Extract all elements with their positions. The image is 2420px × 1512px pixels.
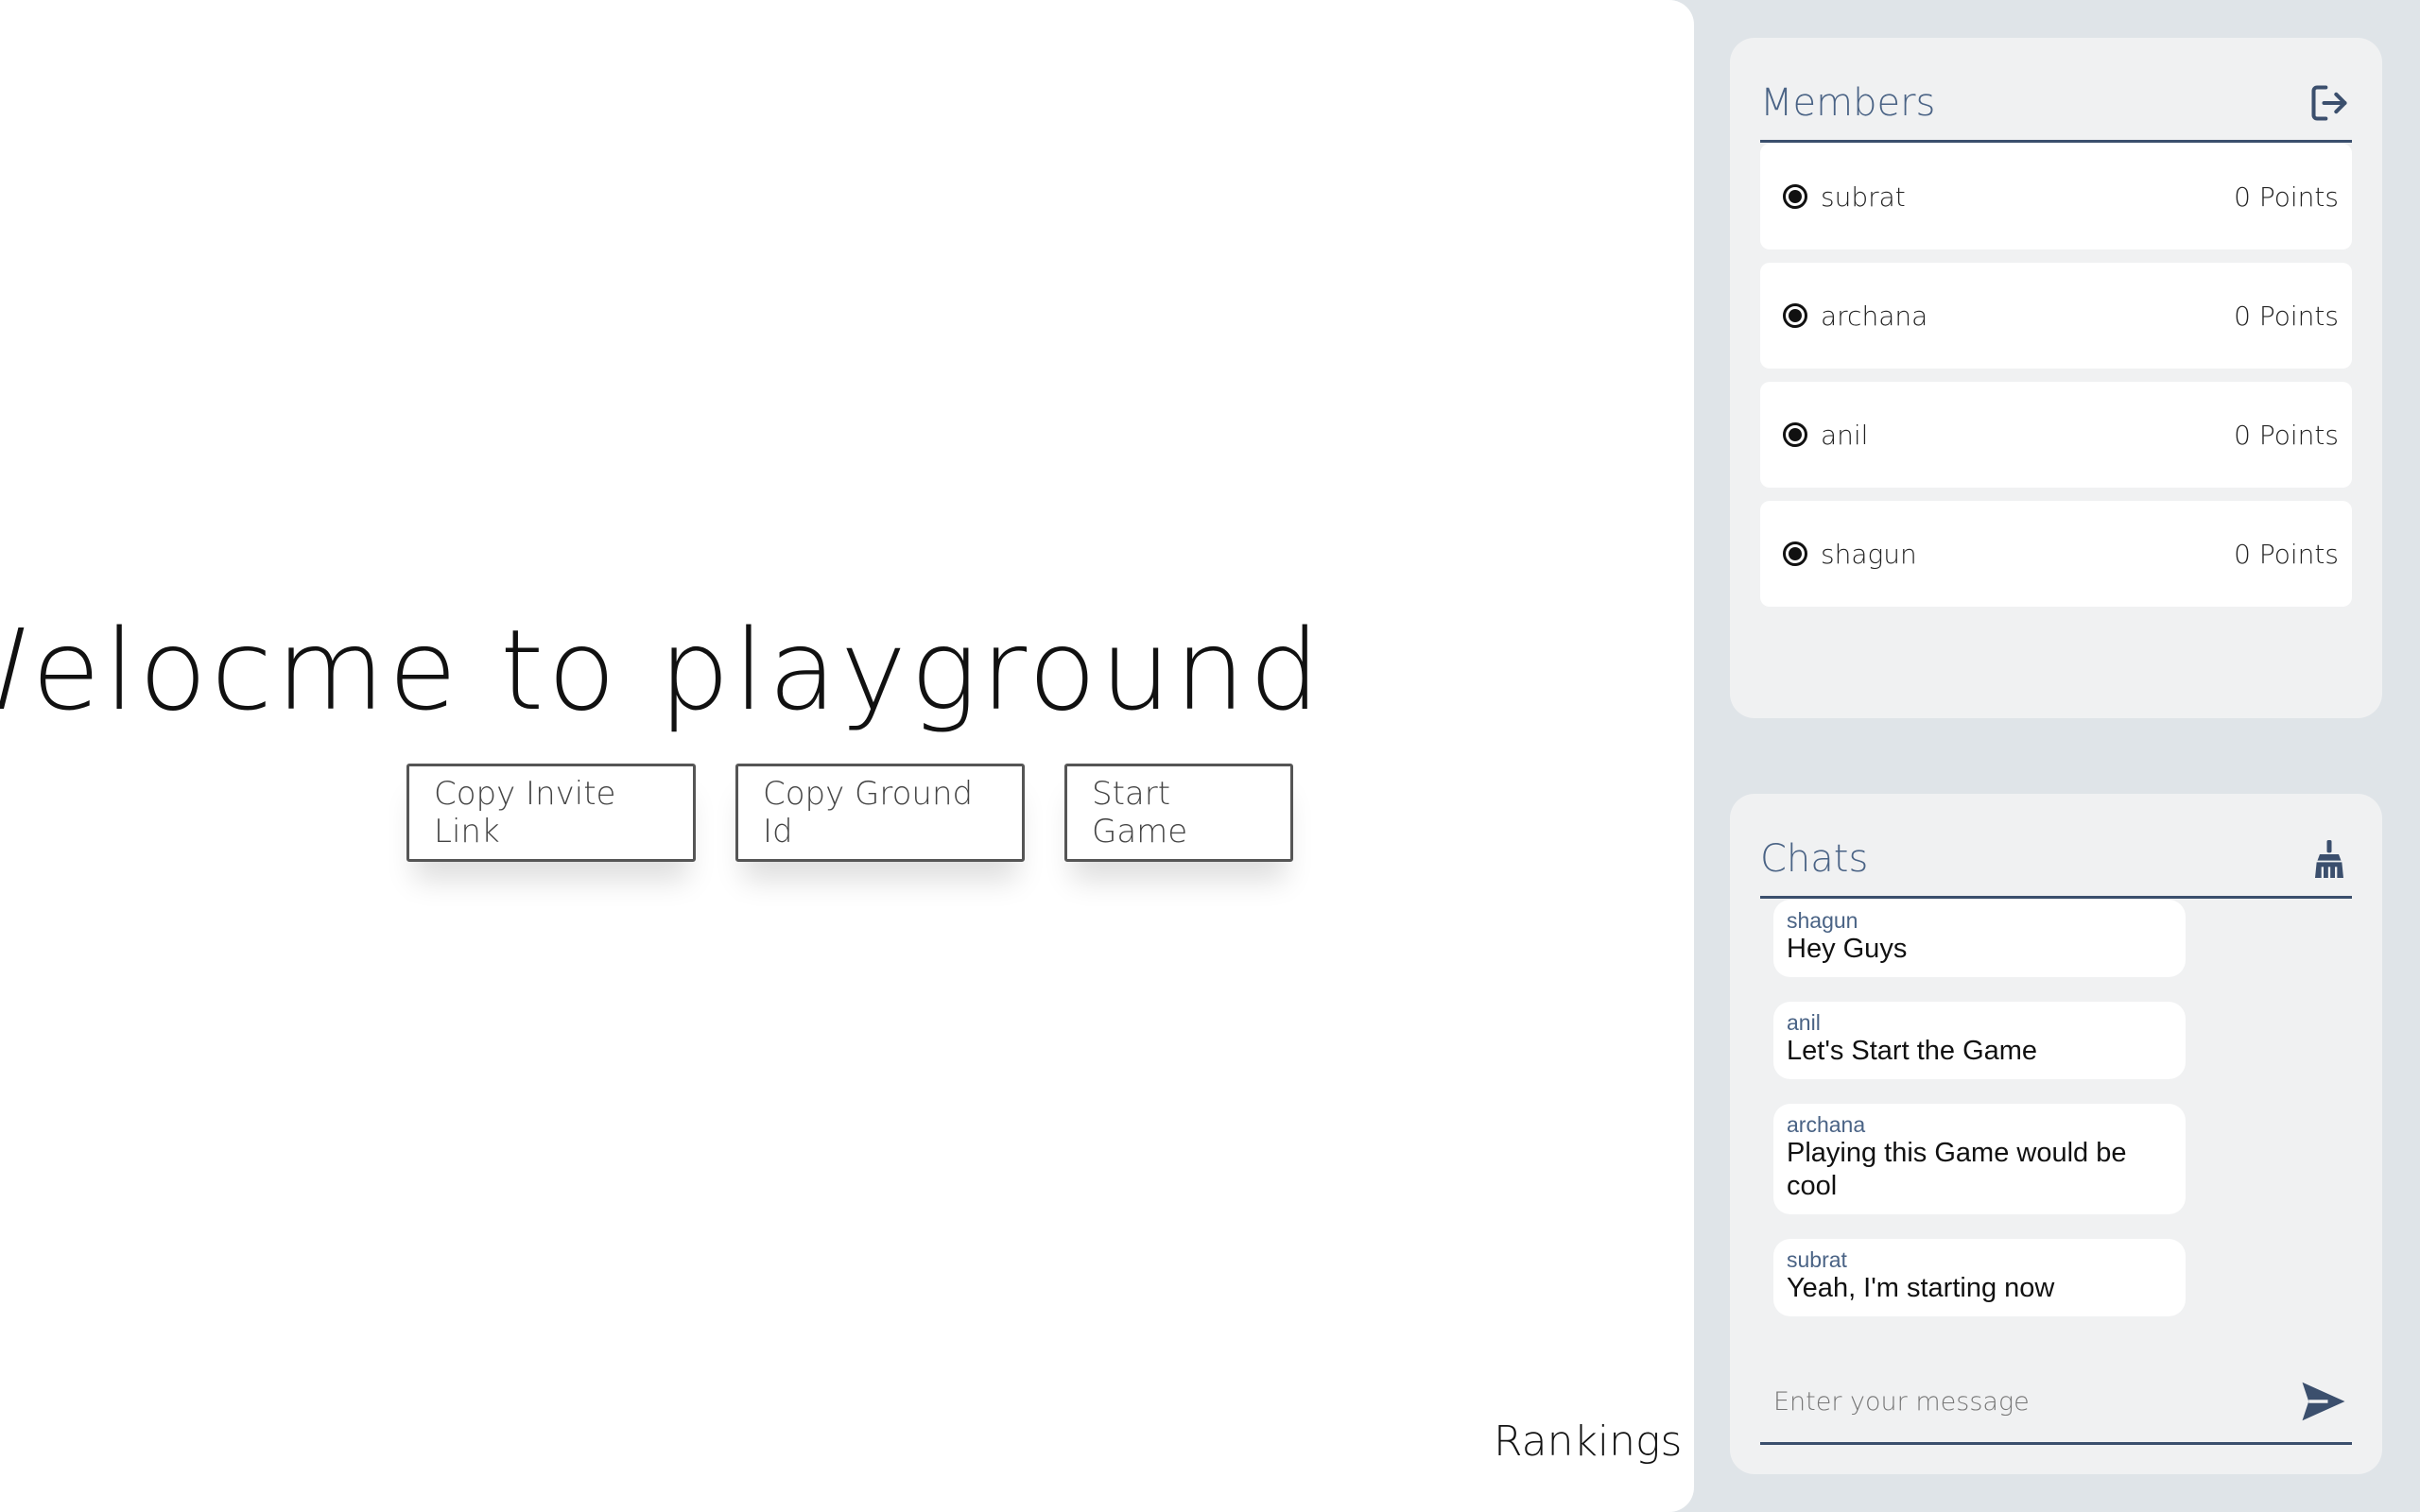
members-header: Members [1760,66,2352,143]
copy-ground-id-button[interactable]: Copy Ground Id [735,764,1025,862]
message-text: Playing this Game would be cool [1787,1138,2127,1202]
chat-message: anil Let's Start the Game [1773,1002,2186,1080]
message-author: subrat [1787,1247,1847,1273]
member-points: 0 Points [2234,300,2339,332]
member-row: archana 0 Points [1760,263,2352,369]
status-indicator [1783,541,1807,566]
chat-message: subrat Yeah, I'm starting now [1773,1239,2186,1317]
member-name: shagun [1821,538,1917,570]
member-name: archana [1821,300,1928,332]
member-row: anil 0 Points [1760,382,2352,488]
chat-message: shagun Hey Guys [1773,900,2186,978]
message-author: archana [1787,1112,1866,1138]
logout-icon[interactable] [2307,80,2352,126]
copy-invite-link-button[interactable]: Copy Invite Link [406,764,696,862]
status-indicator [1783,303,1807,328]
member-points: 0 Points [2234,419,2339,451]
member-name: anil [1821,419,1869,451]
message-input[interactable] [1760,1385,2295,1418]
members-title: Members [1760,81,1936,125]
chat-composer [1760,1361,2352,1445]
members-panel: Members subrat 0 Points archana 0 Points… [1730,38,2382,718]
chats-panel: Chats shagun Hey Guys anil Let's Start t… [1730,794,2382,1474]
member-name: subrat [1821,180,1906,213]
chats-header: Chats [1760,822,2352,899]
rankings-link[interactable]: Rankings [1494,1418,1682,1466]
welcome-heading: Welocme to playground [0,605,1324,735]
message-text: Let's Start the Game [1787,1036,2038,1067]
message-author: shagun [1787,908,1858,933]
member-row: shagun 0 Points [1760,501,2352,607]
message-text: Hey Guys [1787,934,1908,965]
member-points: 0 Points [2234,538,2339,570]
member-list: subrat 0 Points archana 0 Points anil 0 … [1760,144,2352,620]
member-points: 0 Points [2234,180,2339,213]
member-row: subrat 0 Points [1760,144,2352,249]
status-indicator [1783,184,1807,209]
chat-message: archana Playing this Game would be cool [1773,1104,2186,1215]
stage-actions: Copy Invite Link Copy Ground Id Start Ga… [406,764,1293,862]
chats-title: Chats [1760,837,1869,881]
message-author: anil [1787,1010,1821,1036]
send-icon[interactable] [2295,1373,2352,1430]
broom-icon[interactable] [2307,836,2352,882]
message-text: Yeah, I'm starting now [1787,1273,2055,1304]
game-canvas: Welocme to playground Copy Invite Link C… [0,0,1694,1512]
start-game-button[interactable]: Start Game [1064,764,1293,862]
chat-list: shagun Hey Guys anil Let's Start the Gam… [1773,900,2186,1341]
status-indicator [1783,422,1807,447]
